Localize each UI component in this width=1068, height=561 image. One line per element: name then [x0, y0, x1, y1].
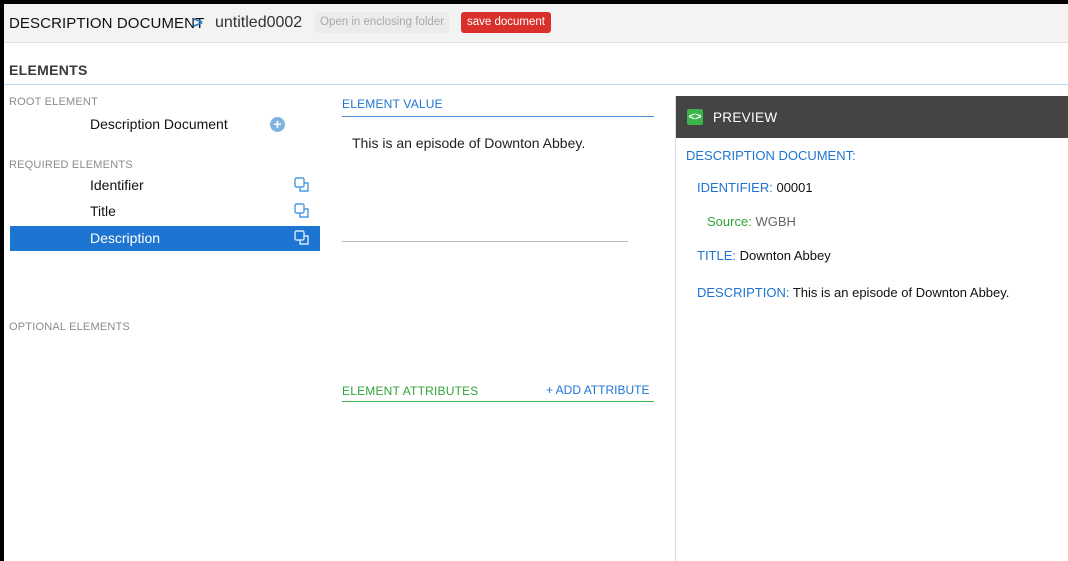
preview-identifier-key: IDENTIFIER: [697, 180, 773, 195]
preview-title: PREVIEW [713, 110, 778, 125]
element-attributes-divider [342, 401, 654, 402]
breadcrumb-chevron-icon: > [193, 13, 203, 32]
required-element-title[interactable]: Title [10, 199, 320, 224]
root-element-name: Description Document [90, 116, 228, 132]
preview-source: Source: WGBH [707, 214, 796, 229]
element-value-underline [342, 241, 628, 242]
preview-source-value: WGBH [755, 214, 796, 229]
preview-description-key: DESCRIPTION: [697, 285, 790, 300]
element-value-text[interactable]: This is an episode of Downton Abbey. [352, 135, 585, 151]
required-elements-label: REQUIRED ELEMENTS [9, 159, 133, 171]
required-element-label: Description [90, 230, 161, 246]
elements-divider [4, 84, 1068, 85]
preview-source-key: Source: [707, 214, 752, 229]
preview-description-value: This is an episode of Downton Abbey. [792, 285, 1010, 300]
root-element-label: ROOT ELEMENT [9, 96, 98, 108]
open-folder-button[interactable]: Open in enclosing folder [315, 12, 450, 33]
required-element-label: Title [90, 203, 116, 219]
duplicate-icon[interactable] [293, 202, 311, 220]
required-element-label: Identifier [90, 177, 144, 193]
preview-doc-label: DESCRIPTION DOCUMENT: [686, 148, 856, 163]
preview-panel: <> PREVIEW DESCRIPTION DOCUMENT: IDENTIF… [675, 96, 1068, 561]
preview-title-key: TITLE: [697, 248, 737, 263]
preview-header: <> PREVIEW [676, 96, 1068, 138]
preview-identifier-value: 00001 [776, 180, 813, 195]
optional-elements-label: OPTIONAL ELEMENTS [9, 321, 130, 333]
element-value-divider [342, 116, 654, 117]
root-element-item[interactable]: Description Document + [10, 112, 320, 137]
code-icon: <> [687, 109, 703, 125]
duplicate-icon[interactable] [293, 229, 311, 247]
add-attribute-button[interactable]: + ADD ATTRIBUTE [546, 383, 649, 397]
required-element-description[interactable]: Description [10, 226, 320, 251]
element-value-heading: ELEMENT VALUE [342, 97, 443, 111]
duplicate-icon[interactable] [293, 176, 311, 194]
preview-title-value: Downton Abbey [739, 248, 831, 263]
element-attributes-heading: ELEMENT ATTRIBUTES [342, 384, 479, 398]
required-element-identifier[interactable]: Identifier [10, 173, 320, 198]
save-document-button[interactable]: save document [461, 12, 551, 33]
elements-heading: ELEMENTS [9, 62, 88, 78]
breadcrumb-file-name: untitled0002 [215, 14, 303, 31]
breadcrumb-root[interactable]: DESCRIPTION DOCUMENT [9, 15, 204, 32]
preview-title-row: TITLE: Downton Abbey [697, 248, 831, 263]
header-bar: DESCRIPTION DOCUMENT > untitled0002 Open… [4, 4, 1068, 43]
preview-identifier: IDENTIFIER: 00001 [697, 180, 813, 195]
add-child-icon[interactable]: + [270, 117, 285, 132]
preview-description-row: DESCRIPTION: This is an episode of Downt… [697, 285, 1009, 300]
